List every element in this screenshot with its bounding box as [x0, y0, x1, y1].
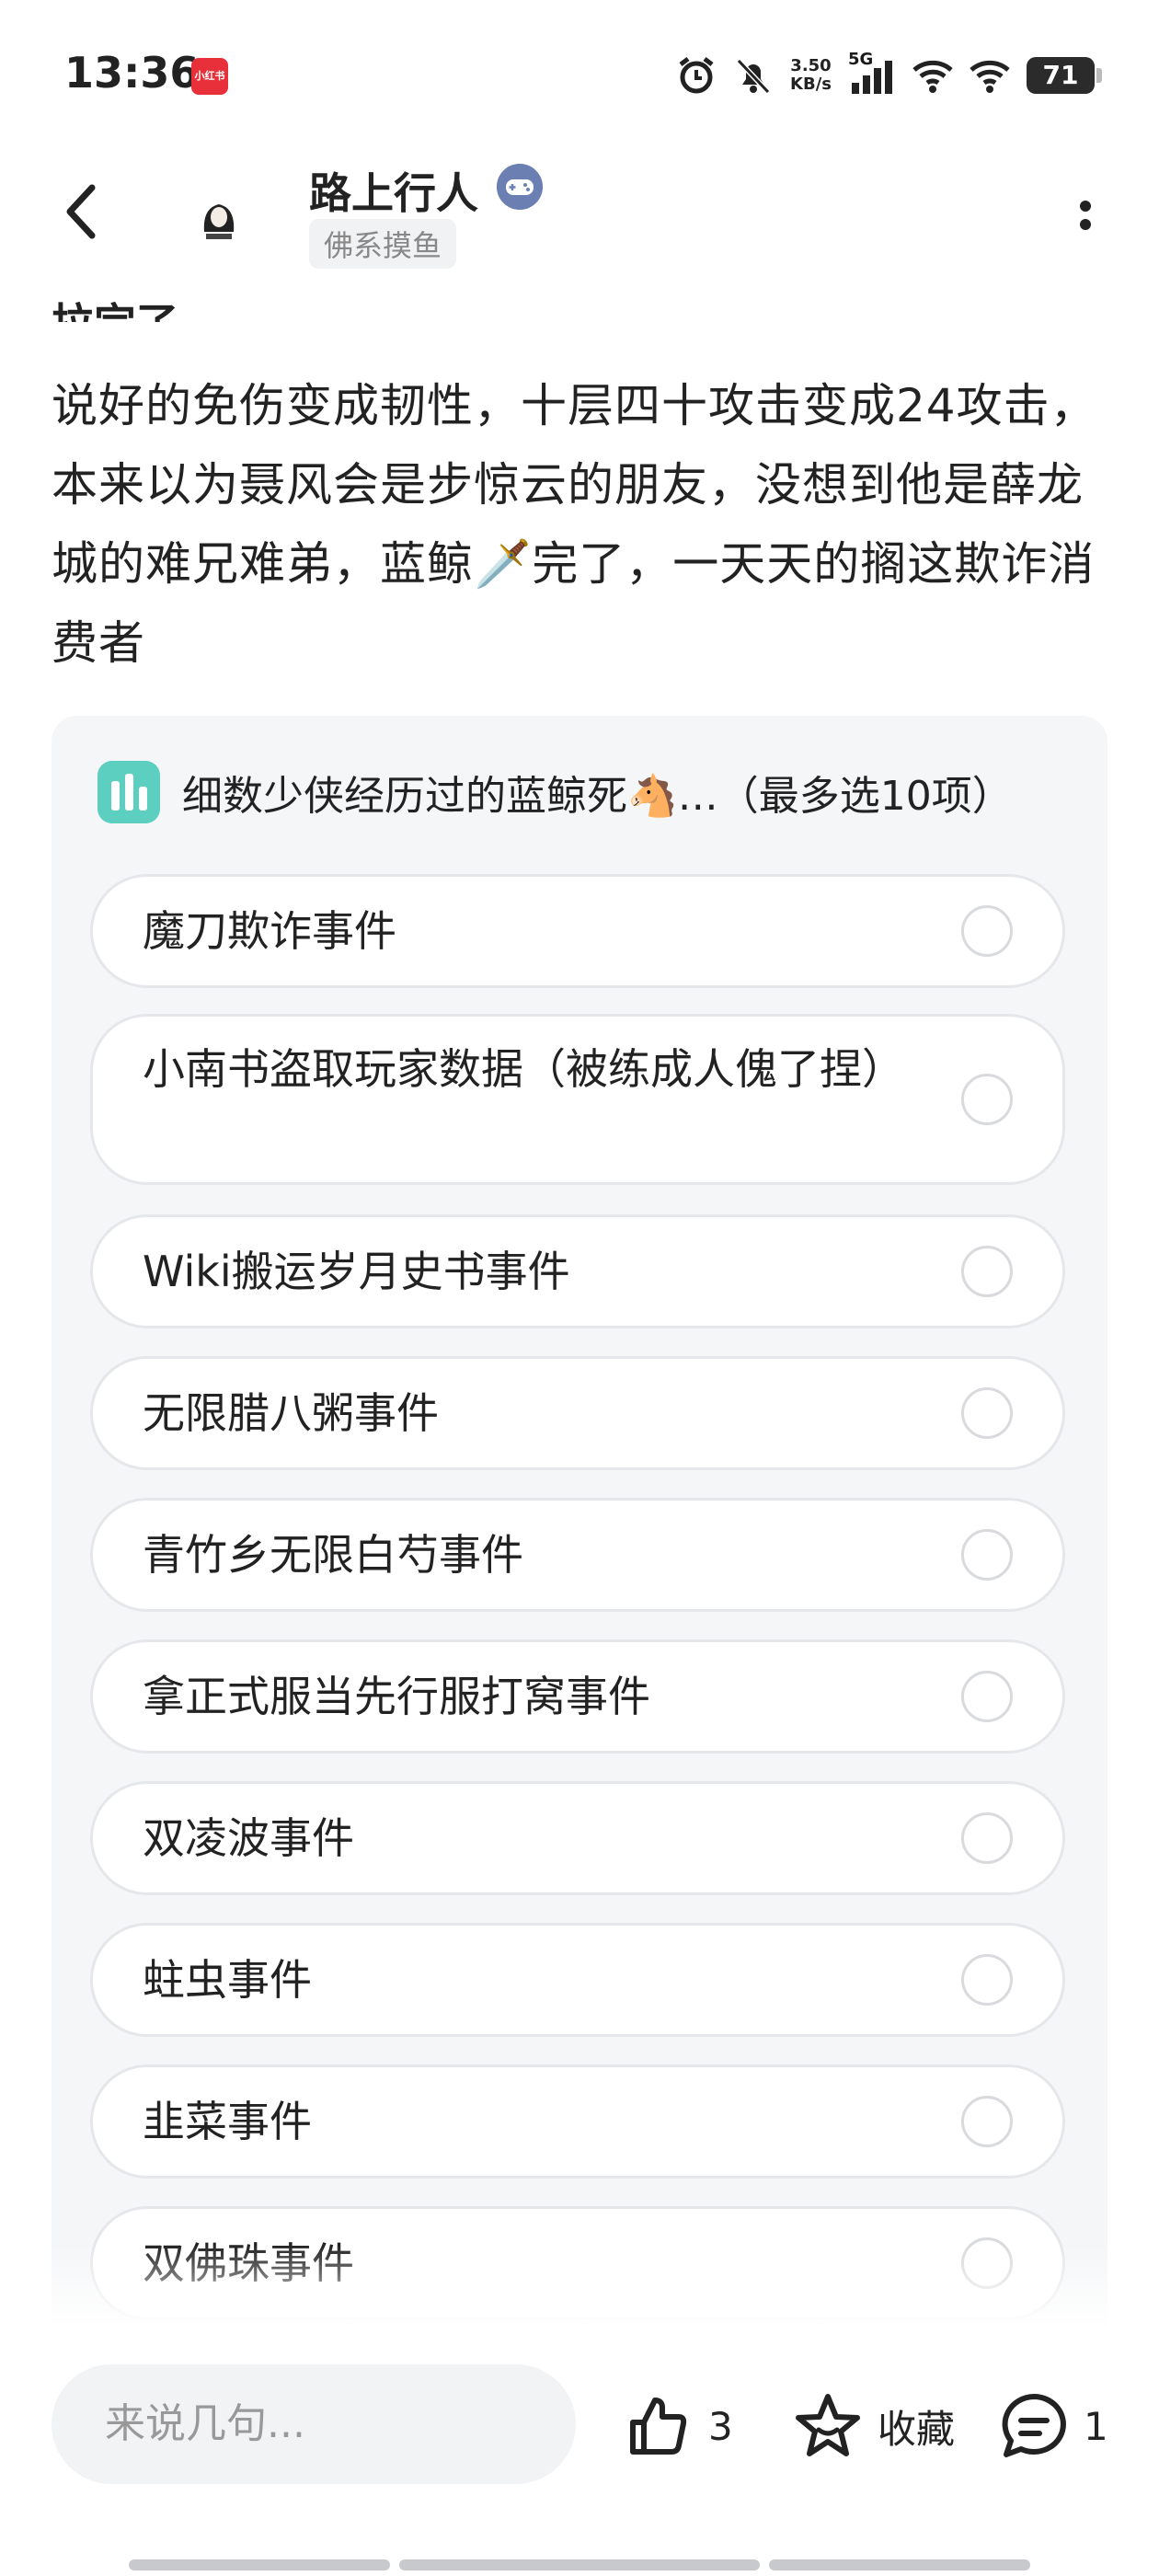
poll-option-label: 双凌波事件	[143, 1813, 354, 1863]
poll-option[interactable]: 双凌波事件	[90, 1781, 1065, 1895]
comment-count: 1	[1084, 2403, 1108, 2449]
status-bar: 13:36 小红书 3.50 KB/s 5G 71	[0, 0, 1159, 147]
poll-option[interactable]: Wiki搬运岁月史书事件	[90, 1214, 1065, 1328]
poll-bars-icon	[98, 761, 160, 823]
favorite-label: 收藏	[878, 2406, 956, 2452]
wifi-icon	[912, 60, 953, 93]
poll-option-label: 韭菜事件	[143, 2097, 312, 2146]
star-icon	[796, 2394, 860, 2456]
poll-option-label: 拿正式服当先行服打窝事件	[143, 1672, 650, 1721]
wifi-icon	[970, 60, 1010, 93]
bottom-action-bar: 来说几句... 3 收藏 1	[0, 2328, 1159, 2576]
like-count: 3	[708, 2403, 733, 2449]
radio-circle-icon[interactable]	[961, 1529, 1013, 1581]
username[interactable]: 路上行人	[309, 160, 478, 221]
radio-circle-icon[interactable]	[961, 1074, 1013, 1125]
poll-option[interactable]: 拿正式服当先行服打窝事件	[90, 1639, 1065, 1754]
radio-circle-icon[interactable]	[961, 2096, 1013, 2147]
scroll-indicator	[129, 2559, 390, 2570]
net-speed-unit: KB/s	[790, 75, 832, 94]
mute-icon	[736, 58, 771, 95]
comment-icon	[1002, 2394, 1066, 2457]
poll-card: 细数少侠经历过的蓝鲸死🐴…（最多选10项） 魔刀欺诈事件 小南书盗取玩家数据（被…	[52, 716, 1107, 2372]
poll-option[interactable]: 无限腊八粥事件	[90, 1356, 1065, 1470]
radio-circle-icon[interactable]	[961, 1387, 1013, 1439]
poll-option[interactable]: 蛀虫事件	[90, 1923, 1065, 2037]
poll-option-label: 魔刀欺诈事件	[143, 906, 396, 956]
comment-input[interactable]: 来说几句...	[52, 2364, 576, 2484]
net-speed: 3.50 KB/s	[790, 57, 832, 94]
app-badge: 小红书	[191, 58, 228, 95]
poll-title: 细数少侠经历过的蓝鲸死🐴…（最多选10项）	[182, 773, 1013, 820]
poll-option-label: 小南书盗取玩家数据（被练成人傀了捏）	[143, 1044, 904, 1094]
status-icons: 3.50 KB/s 5G 71	[676, 50, 1102, 98]
alarm-icon	[679, 57, 714, 94]
comment-button[interactable]: 1	[997, 2385, 1108, 2467]
poll-option-label: 无限腊八粥事件	[143, 1388, 439, 1438]
poll-option[interactable]: 小南书盗取玩家数据（被练成人傀了捏）	[90, 1014, 1065, 1185]
radio-circle-icon[interactable]	[961, 1671, 1013, 1722]
radio-circle-icon[interactable]	[961, 1812, 1013, 1864]
thumbs-up-icon	[630, 2398, 687, 2455]
more-vertical-icon[interactable]	[1067, 188, 1104, 243]
net-speed-value: 3.50	[790, 56, 832, 75]
poll-option[interactable]: 韭菜事件	[90, 2064, 1065, 2179]
poll-option[interactable]: 青竹乡无限白芍事件	[90, 1498, 1065, 1612]
poll-option-label: Wiki搬运岁月史书事件	[143, 1247, 570, 1296]
signal-icon: 5G	[848, 50, 896, 96]
user-tag: 佛系摸鱼	[309, 219, 457, 269]
like-button[interactable]: 3	[622, 2385, 733, 2467]
poll-option-label: 青竹乡无限白芍事件	[143, 1530, 523, 1580]
radio-circle-icon[interactable]	[961, 905, 1013, 957]
radio-circle-icon[interactable]	[961, 1246, 1013, 1297]
status-time: 13:36	[64, 48, 200, 98]
back-arrow-icon[interactable]	[55, 175, 110, 248]
scroll-indicator	[399, 2559, 760, 2570]
gamepad-icon	[497, 164, 543, 210]
scroll-indicator	[769, 2559, 1030, 2570]
post-body: 说好的免伤变成韧性，十层四十攻击变成24攻击，本来以为聂风会是步惊云的朋友，没想…	[52, 379, 1097, 670]
post-header: 路上行人 佛系摸鱼	[0, 147, 1159, 285]
battery-indicator: 71	[1027, 57, 1102, 94]
poll-option[interactable]: 魔刀欺诈事件	[90, 874, 1065, 988]
radio-circle-icon[interactable]	[961, 1954, 1013, 2006]
scroll-fade	[0, 2245, 1159, 2328]
favorite-button[interactable]: 收藏	[791, 2385, 955, 2467]
poll-option-label: 蛀虫事件	[143, 1955, 312, 2005]
poll-header: 细数少侠经历过的蓝鲸死🐴…（最多选10项）	[98, 760, 1013, 824]
avatar[interactable]	[184, 180, 254, 250]
